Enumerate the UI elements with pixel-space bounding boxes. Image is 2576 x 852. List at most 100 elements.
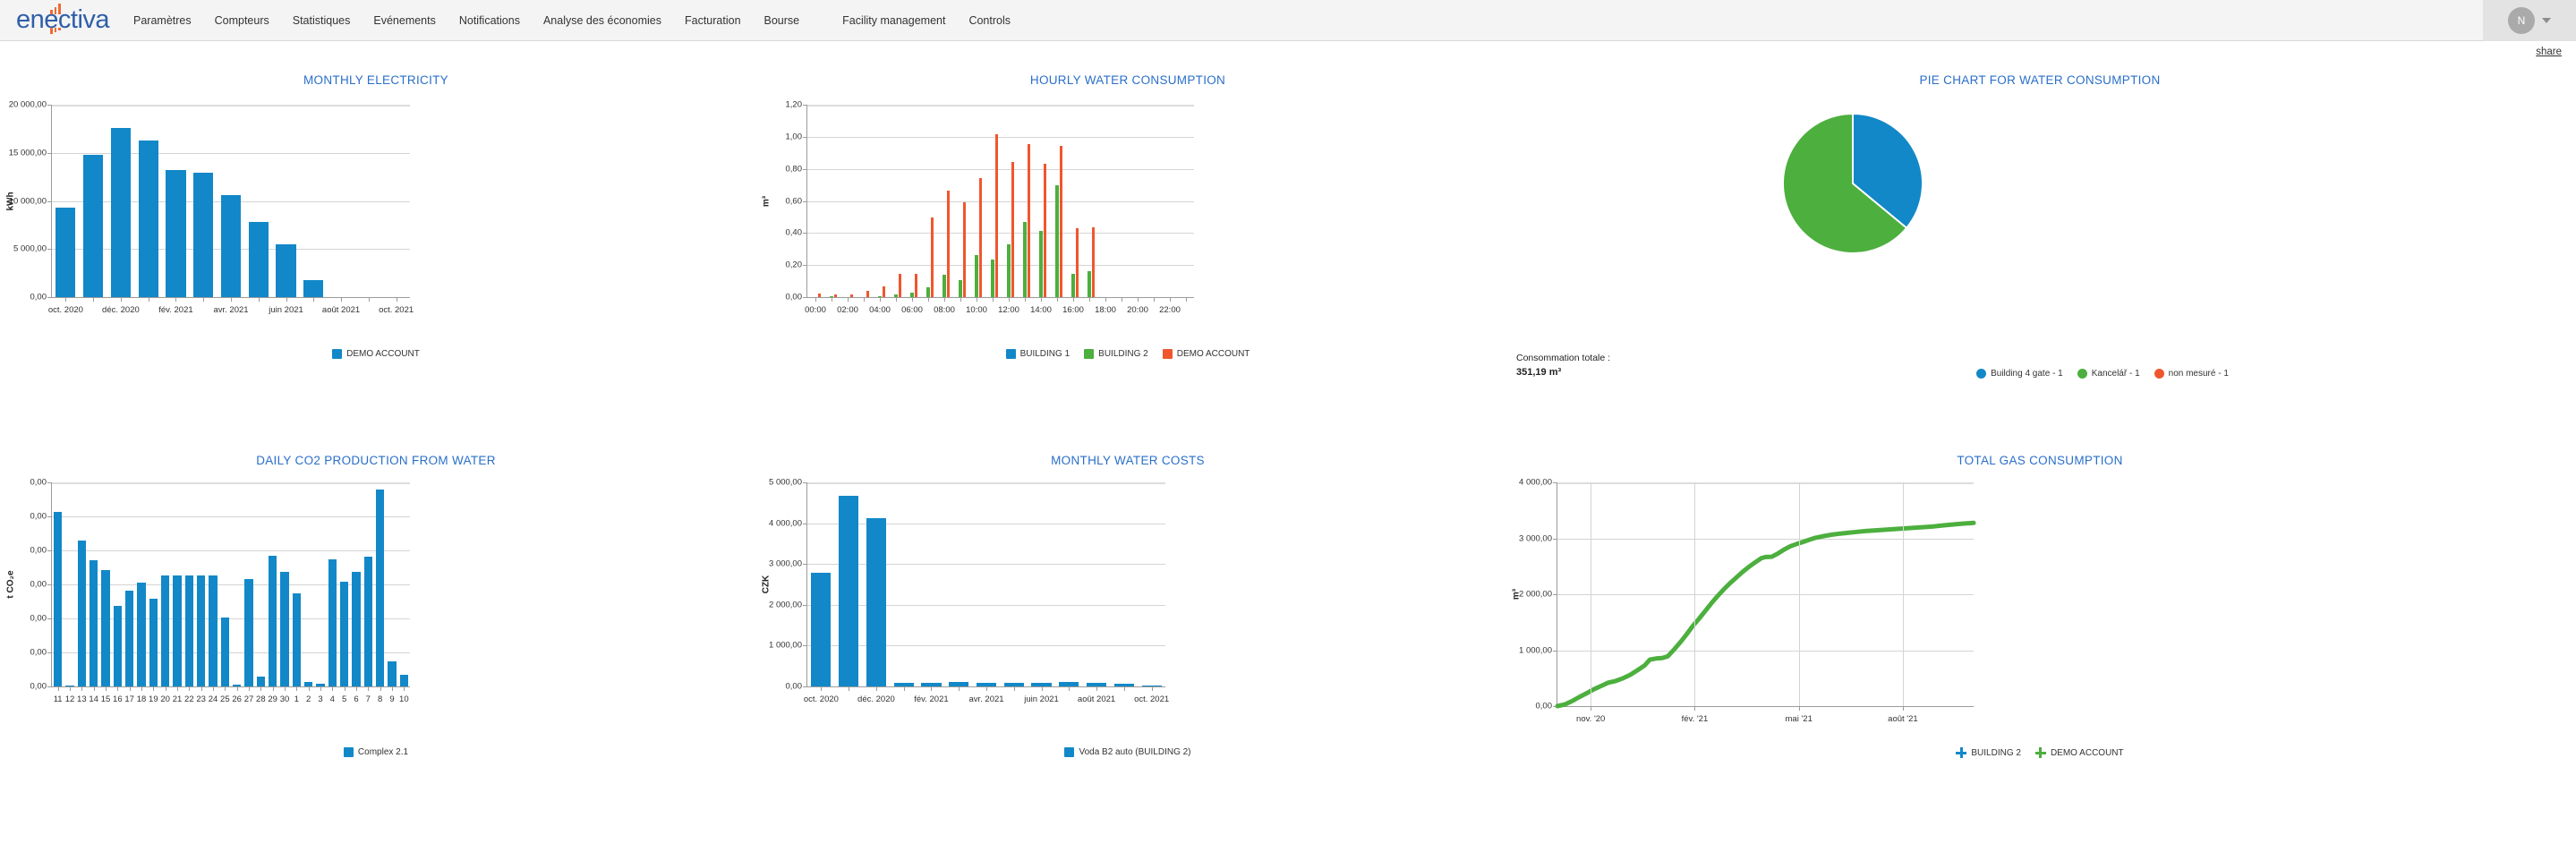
- legend-label: Building 4 gate - 1: [1991, 369, 2063, 379]
- user-menu[interactable]: N: [2483, 0, 2576, 41]
- x-axis-tick-mark: [1124, 686, 1125, 691]
- y-axis-tick-label: 2 000,00: [769, 600, 802, 609]
- bar: [55, 208, 75, 298]
- bar: [209, 575, 218, 686]
- bar: [995, 134, 998, 297]
- legend-item[interactable]: Building 4 gate - 1: [1976, 369, 2063, 379]
- y-axis-tick-label: 1,20: [786, 100, 803, 110]
- x-axis-tick-mark: [815, 297, 816, 302]
- legend-item[interactable]: DEMO ACCOUNT: [2035, 747, 2124, 758]
- x-axis-tick-label: 02:00: [837, 305, 858, 315]
- share-row: share: [0, 41, 2576, 64]
- nav-item-notifications[interactable]: Notifications: [448, 0, 532, 41]
- chart-legend: BUILDING 2 DEMO ACCOUNT: [1504, 747, 2576, 758]
- bar: [1092, 227, 1095, 297]
- bar: [866, 291, 869, 297]
- x-axis-line: [1557, 706, 1974, 707]
- nav-item-ev-nements[interactable]: Evénements: [362, 0, 447, 41]
- x-axis-tick-label: 16: [113, 694, 123, 704]
- bar: [1044, 164, 1046, 297]
- legend-label: Kancelář - 1: [2092, 369, 2140, 379]
- bar: [899, 274, 901, 297]
- chevron-down-icon[interactable]: [2542, 18, 2551, 23]
- x-axis-tick-label: 21: [173, 694, 183, 704]
- logo-bars-icon: [50, 4, 61, 14]
- y-axis-tick-label: 0,00: [786, 293, 803, 302]
- bar: [1039, 231, 1042, 297]
- nav-item-bourse[interactable]: Bourse: [753, 0, 812, 41]
- nav-item-facturation[interactable]: Facturation: [673, 0, 753, 41]
- bar: [90, 560, 98, 686]
- bar: [139, 141, 158, 297]
- app-logo[interactable]: enectiva: [16, 0, 115, 41]
- x-axis-tick-mark: [404, 686, 405, 691]
- y-axis-tick-label: 0,00: [30, 647, 47, 657]
- x-axis-tick-label: 27: [244, 694, 254, 704]
- nav-item-controls[interactable]: Controls: [957, 0, 1022, 41]
- x-axis-tick-label: 4: [330, 694, 335, 704]
- bar: [818, 294, 821, 297]
- x-axis-tick-mark: [821, 686, 822, 691]
- bar: [303, 280, 323, 297]
- pie-chart[interactable]: [1783, 114, 1923, 253]
- x-axis-tick-label: 20: [160, 694, 170, 704]
- x-axis-tick-mark: [286, 297, 287, 302]
- legend-item[interactable]: BUILDING 2: [1084, 349, 1148, 359]
- x-axis-tick-mark: [912, 297, 913, 302]
- x-axis-tick-label: avr. 2021: [213, 305, 248, 315]
- x-gridline: [1694, 482, 1695, 706]
- legend-item[interactable]: non mesuré - 1: [2154, 369, 2229, 379]
- x-axis-tick-label: 23: [196, 694, 206, 704]
- bar: [276, 244, 295, 297]
- y-axis-tick-label: 0,00: [786, 682, 803, 692]
- bar: [926, 287, 929, 297]
- nav-item-param-tres[interactable]: Paramètres: [122, 0, 203, 41]
- line-series-demo-account: [1557, 482, 1974, 706]
- bar: [293, 593, 302, 686]
- y-axis-label: t CO₂e: [6, 570, 16, 598]
- nav-item-statistiques[interactable]: Statistiques: [281, 0, 363, 41]
- x-axis-tick-mark: [880, 297, 881, 302]
- avatar[interactable]: N: [2508, 7, 2535, 34]
- x-axis-tick-label: oct. 2020: [48, 305, 83, 315]
- gridline: [52, 516, 410, 517]
- x-axis-tick-label: 14:00: [1030, 305, 1052, 315]
- chart-legend: Complex 2.1: [0, 747, 752, 757]
- x-axis-tick-label: 18:00: [1095, 305, 1116, 315]
- x-axis-tick-label: fév. 2021: [914, 694, 948, 704]
- x-axis-tick-mark: [896, 297, 897, 302]
- legend-swatch: [1956, 747, 1966, 758]
- x-axis-line: [807, 297, 1194, 298]
- x-axis-tick-label: 12:00: [998, 305, 1019, 315]
- legend-item[interactable]: DEMO ACCOUNT: [1163, 349, 1250, 359]
- bar: [328, 559, 337, 687]
- x-axis-tick-mark: [93, 297, 94, 302]
- legend-item[interactable]: BUILDING 1: [1006, 349, 1070, 359]
- bar: [221, 618, 230, 686]
- y-axis-tick-label: 1 000,00: [769, 641, 802, 651]
- bar: [137, 583, 146, 686]
- bar: [340, 582, 349, 686]
- nav-item-compteurs[interactable]: Compteurs: [203, 0, 281, 41]
- y-axis-tick-label: 20 000,00: [9, 100, 47, 110]
- legend-item[interactable]: DEMO ACCOUNT: [332, 349, 420, 359]
- nav-item-facility-management[interactable]: Facility management: [831, 0, 957, 41]
- x-axis-tick-label: avr. 2021: [968, 694, 1003, 704]
- legend-item[interactable]: Complex 2.1: [344, 747, 408, 757]
- legend-item[interactable]: BUILDING 2: [1956, 747, 2021, 758]
- gridline: [807, 482, 1165, 484]
- x-axis-tick-label: mai '21: [1786, 714, 1813, 724]
- share-link[interactable]: share: [2536, 47, 2562, 57]
- x-axis-tick-mark: [320, 686, 321, 691]
- chart-monthly-water-costs: MONTHLY WATER COSTS0,001 000,002 000,003…: [752, 445, 1504, 814]
- y-axis-tick-label: 1,00: [786, 132, 803, 141]
- x-axis-tick-mark: [121, 297, 122, 302]
- nav-item-analyse-des-conomies[interactable]: Analyse des économies: [532, 0, 673, 41]
- gridline: [807, 605, 1165, 606]
- chart-hourly-water-consumption: HOURLY WATER CONSUMPTION0,000,200,400,60…: [752, 64, 1504, 445]
- gridline: [807, 169, 1194, 170]
- legend-item[interactable]: Kancelář - 1: [2077, 369, 2140, 379]
- legend-item[interactable]: Voda B2 auto (BUILDING 2): [1064, 747, 1190, 757]
- x-axis-tick-label: 18: [137, 694, 147, 704]
- x-axis-tick-mark: [1152, 686, 1153, 691]
